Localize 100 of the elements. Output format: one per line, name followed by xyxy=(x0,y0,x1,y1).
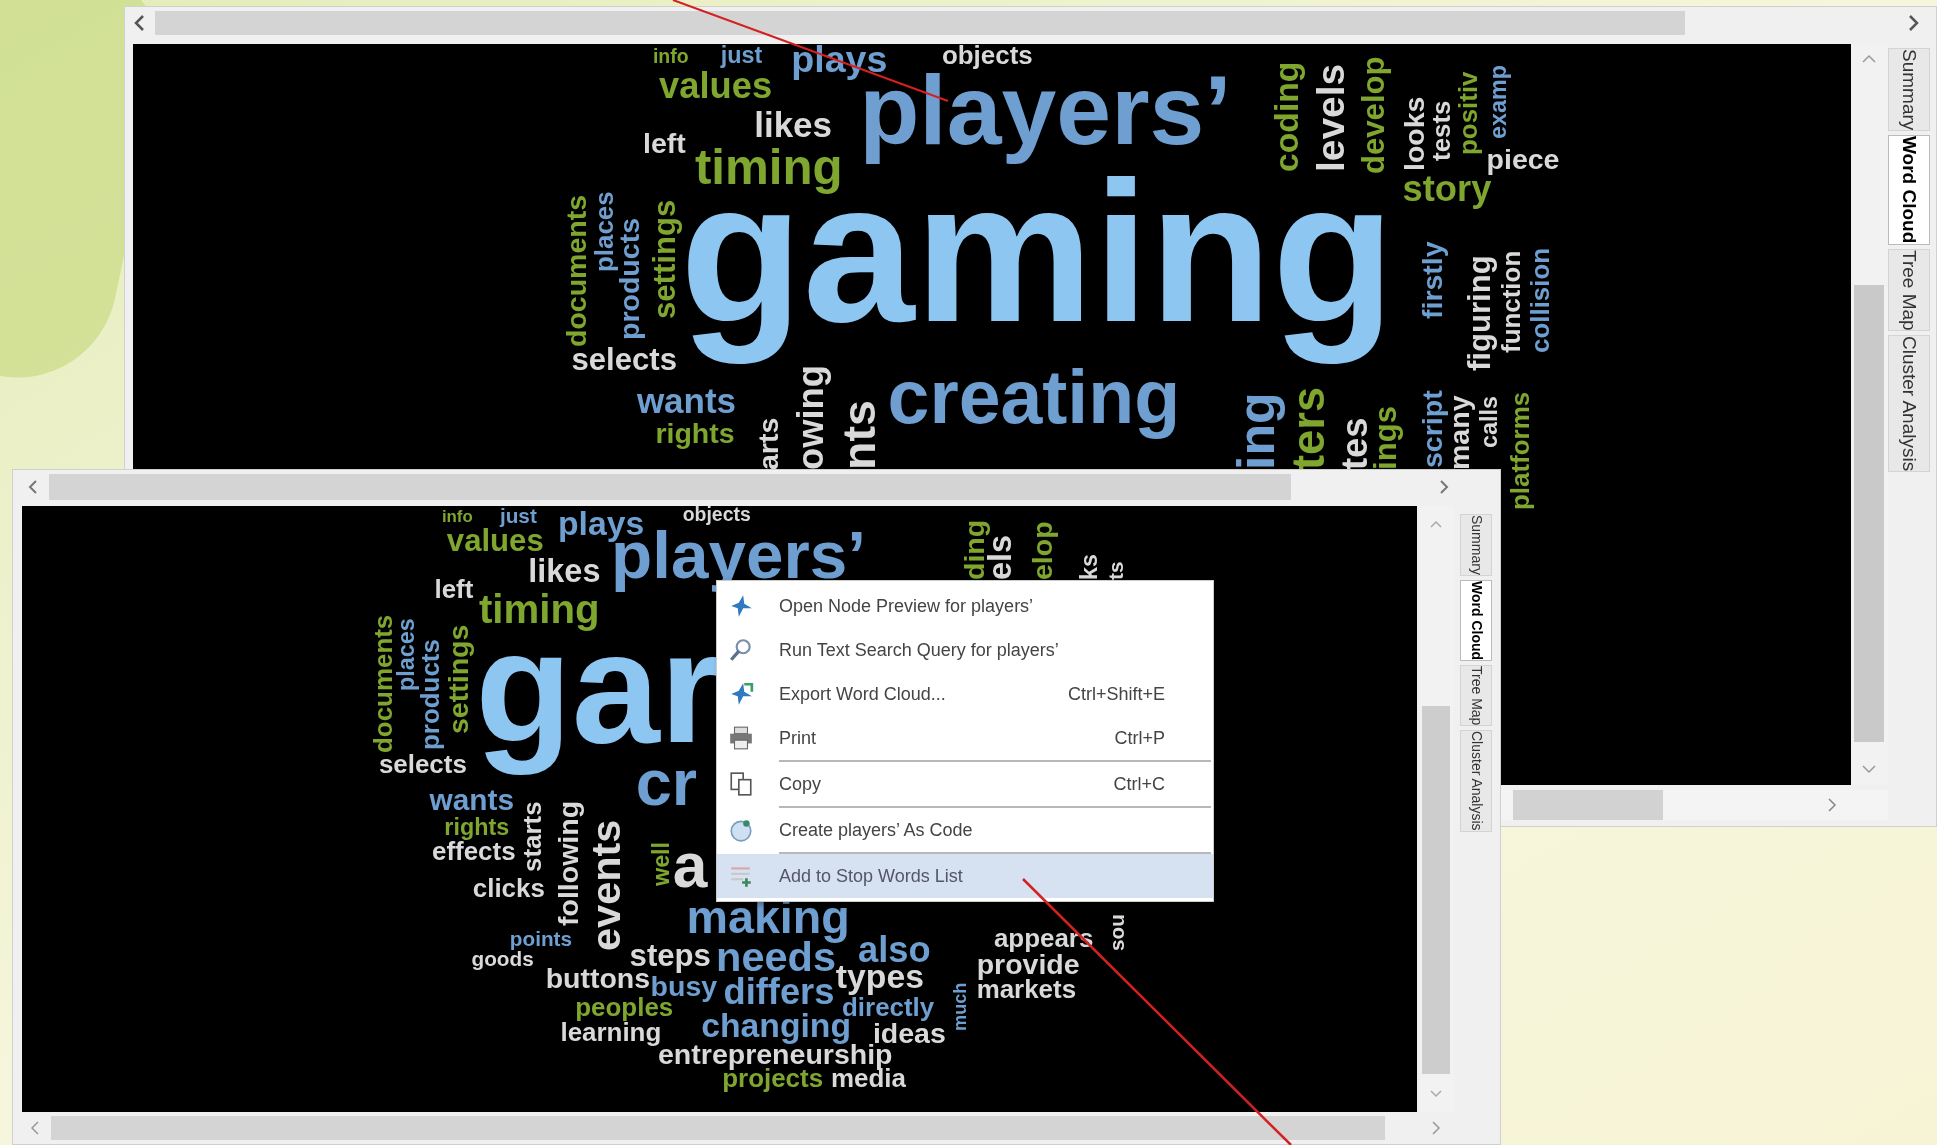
cloud-word[interactable]: owing xyxy=(797,365,832,471)
cloud-word[interactable]: positiv xyxy=(1458,71,1483,156)
cloud-word[interactable]: ts xyxy=(1107,561,1128,581)
menu-item[interactable]: Export Word Cloud... Ctrl+Shift+E xyxy=(717,672,1213,716)
view-tab[interactable]: Tree Map xyxy=(1888,248,1930,332)
cloud-word[interactable]: sou xyxy=(1108,913,1129,951)
cloud-word[interactable]: just xyxy=(499,508,537,529)
view-tab[interactable]: Word Cloud xyxy=(1888,135,1930,245)
cloud-word[interactable]: also xyxy=(858,935,931,971)
cloud-word[interactable]: effects xyxy=(432,840,516,866)
cloud-word[interactable]: creating xyxy=(887,367,1181,439)
cloud-word[interactable]: examp xyxy=(1489,65,1512,140)
cloud-word[interactable]: levels xyxy=(1316,64,1354,173)
cloud-word[interactable]: provide xyxy=(976,953,1080,981)
chevron-right-icon[interactable] xyxy=(1438,479,1450,495)
cloud-word[interactable]: nts xyxy=(840,400,885,471)
cloud-word[interactable]: left xyxy=(643,131,686,159)
cloud-word[interactable]: piece xyxy=(1486,147,1560,175)
scrollbar-thumb[interactable] xyxy=(1513,790,1663,820)
chevron-right-icon[interactable] xyxy=(1906,13,1920,32)
cloud-word[interactable]: settings xyxy=(652,200,683,320)
cloud-word[interactable]: timing xyxy=(478,593,600,632)
cloud-word[interactable]: wants xyxy=(429,787,515,816)
cloud-word[interactable]: clicks xyxy=(472,877,545,903)
menu-item[interactable]: Copy Ctrl+C xyxy=(717,762,1213,806)
cloud-word[interactable]: just xyxy=(720,46,763,69)
cloud-word[interactable]: values xyxy=(446,529,544,559)
cloud-word[interactable]: a xyxy=(672,841,708,901)
cloud-word[interactable]: products xyxy=(618,218,646,341)
cloud-word[interactable]: well xyxy=(651,842,674,887)
cloud-word[interactable]: documents xyxy=(565,194,593,347)
scrollbar-thumb[interactable] xyxy=(155,10,1685,35)
cloud-word[interactable]: settings xyxy=(446,625,474,735)
cloud-word[interactable]: ters xyxy=(1291,386,1335,471)
chevron-up-icon[interactable] xyxy=(1861,54,1877,64)
cloud-word[interactable]: function xyxy=(1501,250,1526,353)
chevron-down-icon[interactable] xyxy=(1861,764,1877,774)
cloud-word[interactable]: points xyxy=(509,930,572,951)
cloud-word[interactable]: starts xyxy=(522,800,547,872)
cloud-word[interactable]: places xyxy=(397,618,420,692)
cloud-word[interactable]: info xyxy=(441,509,473,526)
cloud-word[interactable]: rights xyxy=(655,421,735,449)
cloud-word[interactable]: arts xyxy=(756,417,784,471)
menu-item[interactable]: Run Text Search Query for players’ xyxy=(717,628,1213,672)
cloud-word[interactable]: ings xyxy=(1374,406,1404,471)
cloud-word[interactable]: figuring xyxy=(1468,255,1498,372)
cloud-word[interactable]: coding xyxy=(1272,61,1305,173)
view-tab[interactable]: Summary xyxy=(1460,513,1492,576)
cloud-word[interactable]: elop xyxy=(1031,521,1059,581)
menu-item[interactable]: Add to Stop Words List xyxy=(717,854,1213,898)
cloud-word[interactable]: tests xyxy=(1431,100,1456,162)
cloud-word[interactable]: values xyxy=(659,72,773,107)
printer-icon xyxy=(727,725,755,751)
view-tab[interactable]: Tree Map xyxy=(1460,664,1492,727)
scrollbar-thumb[interactable] xyxy=(51,1116,1385,1140)
cloud-word[interactable]: products xyxy=(419,639,445,751)
scrollbar-thumb[interactable] xyxy=(1854,285,1884,742)
chevron-left-icon[interactable] xyxy=(133,13,147,32)
cloud-word[interactable]: develop xyxy=(1361,56,1392,174)
chevron-down-icon[interactable] xyxy=(1429,1088,1444,1098)
view-tab[interactable]: Word Cloud xyxy=(1460,579,1492,661)
cloud-word[interactable]: ing xyxy=(1235,392,1286,471)
view-tab[interactable]: Cluster Analysis xyxy=(1888,335,1930,473)
cloud-word[interactable]: platforms xyxy=(1510,391,1535,510)
menu-item[interactable]: Open Node Preview for players’ xyxy=(717,584,1213,628)
cloud-word[interactable]: selects xyxy=(378,754,467,779)
cloud-word[interactable]: script xyxy=(1421,389,1449,468)
cloud-word[interactable]: objects xyxy=(682,507,751,526)
menu-item[interactable]: Create players’ As Code xyxy=(717,808,1213,852)
cloud-word[interactable]: ks xyxy=(1080,554,1103,581)
cloud-word[interactable]: likes xyxy=(754,110,833,144)
cloud-word[interactable]: left xyxy=(434,578,474,604)
cloud-word[interactable]: much xyxy=(953,982,971,1031)
cloud-word[interactable]: places xyxy=(593,191,619,273)
cloud-word[interactable]: likes xyxy=(528,559,601,590)
cloud-word[interactable]: following xyxy=(556,800,584,926)
view-tab[interactable]: Cluster Analysis xyxy=(1460,730,1492,832)
chevron-up-icon[interactable] xyxy=(1429,519,1444,529)
cloud-word[interactable]: rights xyxy=(444,818,510,841)
scrollbar-thumb[interactable] xyxy=(49,474,1291,500)
cloud-word[interactable]: selects xyxy=(571,347,677,378)
cloud-word[interactable]: events xyxy=(590,819,630,951)
view-tab[interactable]: Summary xyxy=(1888,48,1930,132)
cloud-word[interactable]: differs xyxy=(723,977,835,1013)
scrollbar-thumb[interactable] xyxy=(1422,705,1451,1074)
cloud-word[interactable]: objects xyxy=(941,45,1033,70)
chevron-left-icon[interactable] xyxy=(27,479,39,495)
cloud-word[interactable]: collision xyxy=(1529,247,1555,353)
cloud-word[interactable]: wants xyxy=(636,387,737,421)
cloud-word[interactable]: story xyxy=(1402,174,1492,210)
cloud-word[interactable]: markets xyxy=(976,978,1077,1004)
cloud-word[interactable]: calls xyxy=(1480,395,1503,448)
cloud-word[interactable]: many xyxy=(1448,395,1476,471)
menu-item[interactable]: Print Ctrl+P xyxy=(717,716,1213,760)
cloud-word[interactable]: making xyxy=(686,898,850,943)
cloud-word[interactable]: goods xyxy=(471,950,534,971)
chevron-right-icon[interactable] xyxy=(1826,797,1838,813)
cloud-word[interactable]: firstly xyxy=(1421,241,1449,320)
cloud-word[interactable]: info xyxy=(652,48,689,68)
cloud-word[interactable]: looks xyxy=(1402,96,1430,172)
